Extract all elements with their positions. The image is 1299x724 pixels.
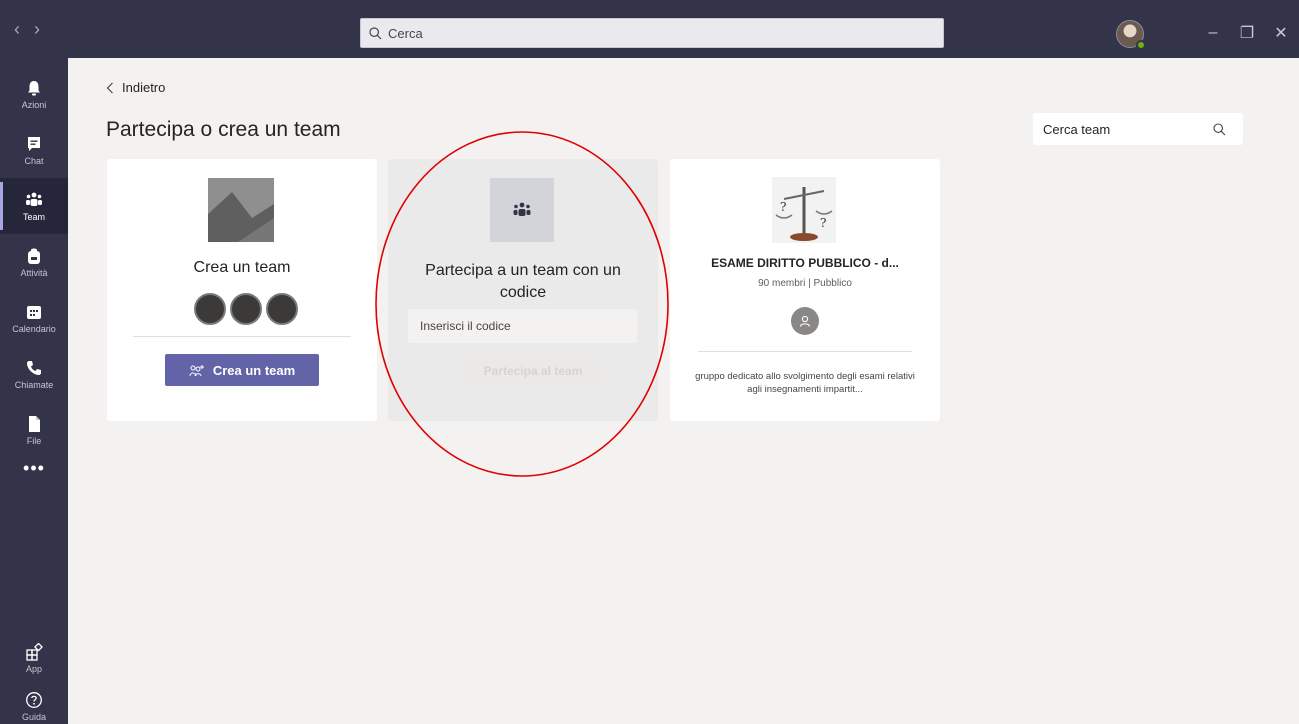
chevron-left-icon: [106, 82, 113, 93]
file-icon: [29, 415, 40, 432]
create-team-button[interactable]: Crea un team: [165, 354, 319, 386]
team-name: ESAME DIRITTO PUBBLICO - d...: [711, 256, 899, 270]
rail-item-label: Calendario: [12, 323, 56, 334]
apps-icon: [26, 642, 43, 661]
divider: [698, 351, 912, 352]
window-controls: – ❐ ✕: [1196, 20, 1298, 46]
svg-text:?: ?: [780, 200, 786, 214]
close-button[interactable]: ✕: [1264, 20, 1298, 46]
app-bar: Azioni Chat Team Attività Calendario Chi…: [0, 58, 68, 724]
search-icon[interactable]: [1213, 122, 1226, 136]
global-search-bar[interactable]: [360, 18, 944, 48]
bell-icon: [28, 80, 40, 95]
avatar: [194, 293, 226, 325]
teams-icon: [490, 178, 554, 242]
back-link[interactable]: Indietro: [106, 80, 165, 95]
owner-avatar: [791, 307, 819, 335]
team-meta: 90 membri | Pubblico: [758, 278, 852, 289]
team-search-input[interactable]: [1043, 121, 1213, 137]
rail-item-label: App: [25, 663, 42, 674]
team-description: gruppo dedicato allo svolgimento degli e…: [695, 371, 915, 395]
rail-item-label: Chat: [24, 155, 44, 166]
public-team-card[interactable]: ? ? ESAME DIRITTO PUBBLICO - d... 90 mem…: [670, 159, 940, 421]
page-title: Partecipa o crea un team: [106, 118, 341, 141]
rail-item-team[interactable]: Team: [0, 178, 68, 234]
member-avatars: [194, 293, 298, 325]
rail-item-chat[interactable]: Chat: [0, 122, 68, 178]
rail-item-label: Azioni: [21, 99, 47, 110]
more-apps-icon[interactable]: •••: [0, 458, 68, 488]
team-code-input[interactable]: [408, 309, 637, 343]
rail-item-label: Guida: [21, 711, 47, 722]
rail-item-label: Chiamate: [14, 379, 54, 390]
join-team-card[interactable]: Partecipa a un team con un codice Partec…: [388, 159, 658, 421]
rail-item-file[interactable]: File: [0, 402, 68, 458]
chat-icon: [28, 136, 40, 151]
rail-item-azioni[interactable]: Azioni: [0, 66, 68, 122]
rail-item-calendario[interactable]: Calendario: [0, 290, 68, 346]
rail-item-label: Team: [22, 211, 45, 222]
team-search-box[interactable]: [1033, 113, 1243, 145]
svg-text:?: ?: [820, 216, 826, 230]
teams-icon: [26, 192, 42, 206]
team-picture: ? ?: [772, 177, 836, 243]
add-people-icon: [189, 364, 204, 376]
search-icon: [369, 26, 382, 39]
create-team-title: Crea un team: [193, 259, 291, 276]
avatar: [266, 293, 298, 325]
rail-item-label: File: [26, 435, 42, 446]
back-label: Indietro: [122, 80, 166, 95]
phone-icon: [27, 360, 41, 375]
back-arrow-icon[interactable]: ‹: [14, 20, 20, 38]
history-navigation: ‹ ›: [14, 20, 40, 38]
rail-item-label: Attività: [20, 267, 48, 278]
create-team-card[interactable]: Crea un team Crea un team: [107, 159, 377, 421]
calendar-icon: [27, 305, 41, 319]
divider: [133, 336, 351, 337]
backpack-icon: [28, 248, 40, 264]
person-icon: [799, 315, 811, 327]
rail-item-attivita[interactable]: Attività: [0, 234, 68, 290]
join-team-title: Partecipa a un team con un codice: [425, 262, 621, 301]
presence-status-icon: [1136, 40, 1146, 50]
rail-item-guida[interactable]: Guida: [0, 678, 68, 724]
rail-item-chiamate[interactable]: Chiamate: [0, 346, 68, 402]
forward-arrow-icon[interactable]: ›: [34, 20, 40, 38]
maximize-button[interactable]: ❐: [1230, 20, 1264, 46]
title-bar: ‹ › – ❐ ✕: [0, 0, 1299, 58]
avatar: [230, 293, 262, 325]
minimize-button[interactable]: –: [1196, 20, 1230, 46]
image-placeholder-icon: [208, 178, 274, 242]
create-team-button-label: Crea un team: [212, 362, 296, 378]
global-search-input[interactable]: [388, 25, 928, 41]
join-team-button[interactable]: Partecipa al team: [462, 356, 604, 386]
help-icon: [26, 691, 42, 708]
